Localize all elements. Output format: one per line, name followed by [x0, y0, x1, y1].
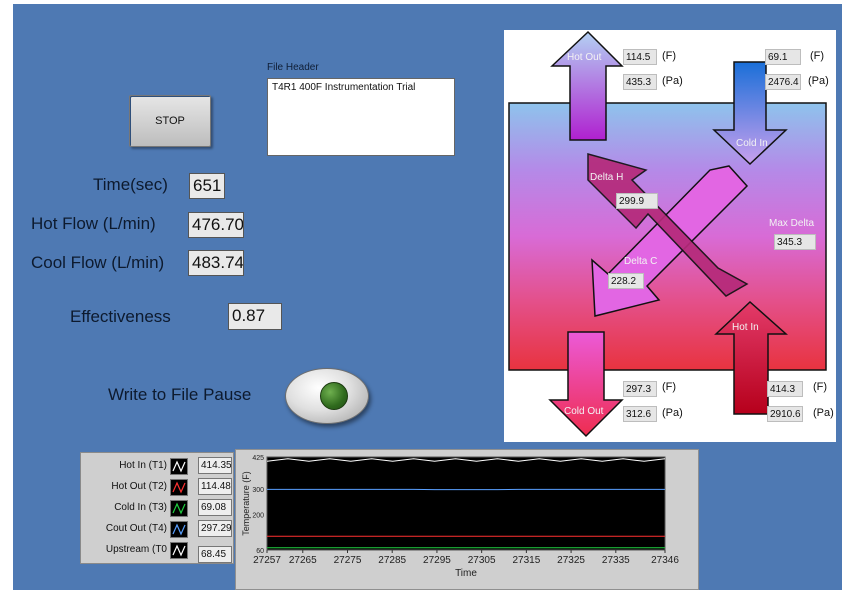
cold-out-pressure: 312.6	[623, 406, 657, 422]
write-pause-label: Write to File Pause	[108, 385, 251, 405]
cold-out-temp: 297.3	[623, 381, 657, 397]
file-header-input[interactable]: T4R1 400F Instrumentation Trial	[267, 78, 455, 156]
time-value: 651	[189, 173, 225, 199]
delta-h-label: Delta H	[590, 172, 623, 183]
x-tick-label: 27305	[468, 555, 496, 566]
x-tick-label: 27257	[253, 555, 281, 566]
heat-exchanger-diagram: Hot Out 114.5 (F) 435.3 (Pa) 69.1 (F) 24…	[504, 30, 836, 442]
hot-in-pressure: 2910.6	[767, 406, 803, 422]
y-tick-label: 425	[252, 455, 264, 462]
hot-out-temp: 114.5	[623, 49, 657, 65]
hot-out-pressure-unit: (Pa)	[662, 75, 683, 87]
x-tick-label: 27295	[423, 555, 451, 566]
hot-in-t1-value: 414.35	[198, 457, 232, 474]
line-swatch-icon[interactable]	[170, 458, 188, 475]
x-tick-label: 27346	[651, 555, 679, 566]
delta-c-label: Delta C	[624, 256, 657, 267]
cold-in-t3-value: 69.08	[198, 499, 232, 516]
hot-flow-value: 476.70	[188, 212, 244, 238]
legend-name: Upstream (T0	[106, 544, 167, 555]
hot-out-t2-value: 114.48	[198, 478, 232, 495]
hot-out-temp-unit: (F)	[662, 50, 676, 62]
legend-name: Hot Out (T2)	[111, 481, 167, 492]
file-header-label: File Header	[267, 62, 319, 73]
legend-name: Cold In (T3)	[114, 502, 167, 513]
cool-flow-label: Cool Flow (L/min)	[31, 253, 164, 273]
cold-out-label: Cold Out	[564, 406, 603, 417]
upstream-t0-value: 68.45	[198, 546, 232, 563]
line-swatch-icon[interactable]	[170, 542, 188, 559]
hot-in-temp-unit: (F)	[813, 381, 827, 393]
cold-out-pressure-unit: (Pa)	[662, 407, 683, 419]
x-tick-label: 27335	[602, 555, 630, 566]
x-tick-label: 27285	[378, 555, 406, 566]
stop-button[interactable]: STOP	[129, 95, 211, 147]
x-tick-label: 27265	[289, 555, 317, 566]
line-swatch-icon[interactable]	[170, 479, 188, 496]
delta-h-value: 299.9	[616, 193, 658, 209]
cold-in-pressure: 2476.4	[765, 74, 801, 90]
temperature-chart[interactable]: 425 300 200 6027257 27265 27275 27285 27295 2730…	[235, 449, 699, 590]
cold-in-label: Cold In	[736, 138, 768, 149]
line-swatch-glyph	[171, 543, 187, 558]
line-swatch-icon[interactable]	[170, 500, 188, 517]
cout-out-t4-value: 297.29	[198, 520, 232, 537]
x-axis-label: Time	[455, 568, 477, 579]
legend-name: Cout Out (T4)	[106, 523, 167, 534]
effectiveness-value: 0.87	[228, 303, 282, 330]
cool-flow-value: 483.74	[188, 250, 244, 276]
effectiveness-label: Effectiveness	[70, 307, 171, 327]
hot-out-label: Hot Out	[567, 52, 601, 63]
line-swatch-glyph	[171, 480, 187, 495]
y-axis-label: Temperature (F)	[241, 471, 251, 536]
max-delta-label: Max Delta	[769, 218, 814, 229]
pause-led-icon	[320, 382, 348, 410]
hot-out-pressure: 435.3	[623, 74, 657, 90]
cold-out-temp-unit: (F)	[662, 381, 676, 393]
hot-in-label: Hot In	[732, 322, 759, 333]
cold-in-pressure-unit: (Pa)	[808, 75, 829, 87]
line-swatch-glyph	[171, 501, 187, 516]
y-tick-label: 200	[252, 512, 264, 519]
delta-c-value: 228.2	[608, 273, 644, 289]
max-delta-value: 345.3	[774, 234, 816, 250]
hot-in-pressure-unit: (Pa)	[813, 407, 834, 419]
x-tick-label: 27275	[334, 555, 362, 566]
hot-in-temp: 414.3	[767, 381, 803, 397]
cold-in-temp: 69.1	[765, 49, 801, 65]
line-swatch-glyph	[171, 459, 187, 474]
temperature-chart-svg: 425 300 200 6027257 27265 27275 27285 27295 2730…	[236, 450, 698, 589]
line-swatch-icon[interactable]	[170, 521, 188, 538]
time-label: Time(sec)	[93, 175, 168, 195]
y-tick-label: 300	[252, 487, 264, 494]
y-tick-label: 60	[256, 548, 264, 555]
x-tick-label: 27325	[557, 555, 585, 566]
legend-name: Hot In (T1)	[119, 460, 167, 471]
x-tick-label: 27315	[512, 555, 540, 566]
cold-in-temp-unit: (F)	[810, 50, 824, 62]
write-pause-toggle[interactable]	[285, 368, 369, 424]
line-swatch-glyph	[171, 522, 187, 537]
hot-flow-label: Hot Flow (L/min)	[31, 214, 156, 234]
